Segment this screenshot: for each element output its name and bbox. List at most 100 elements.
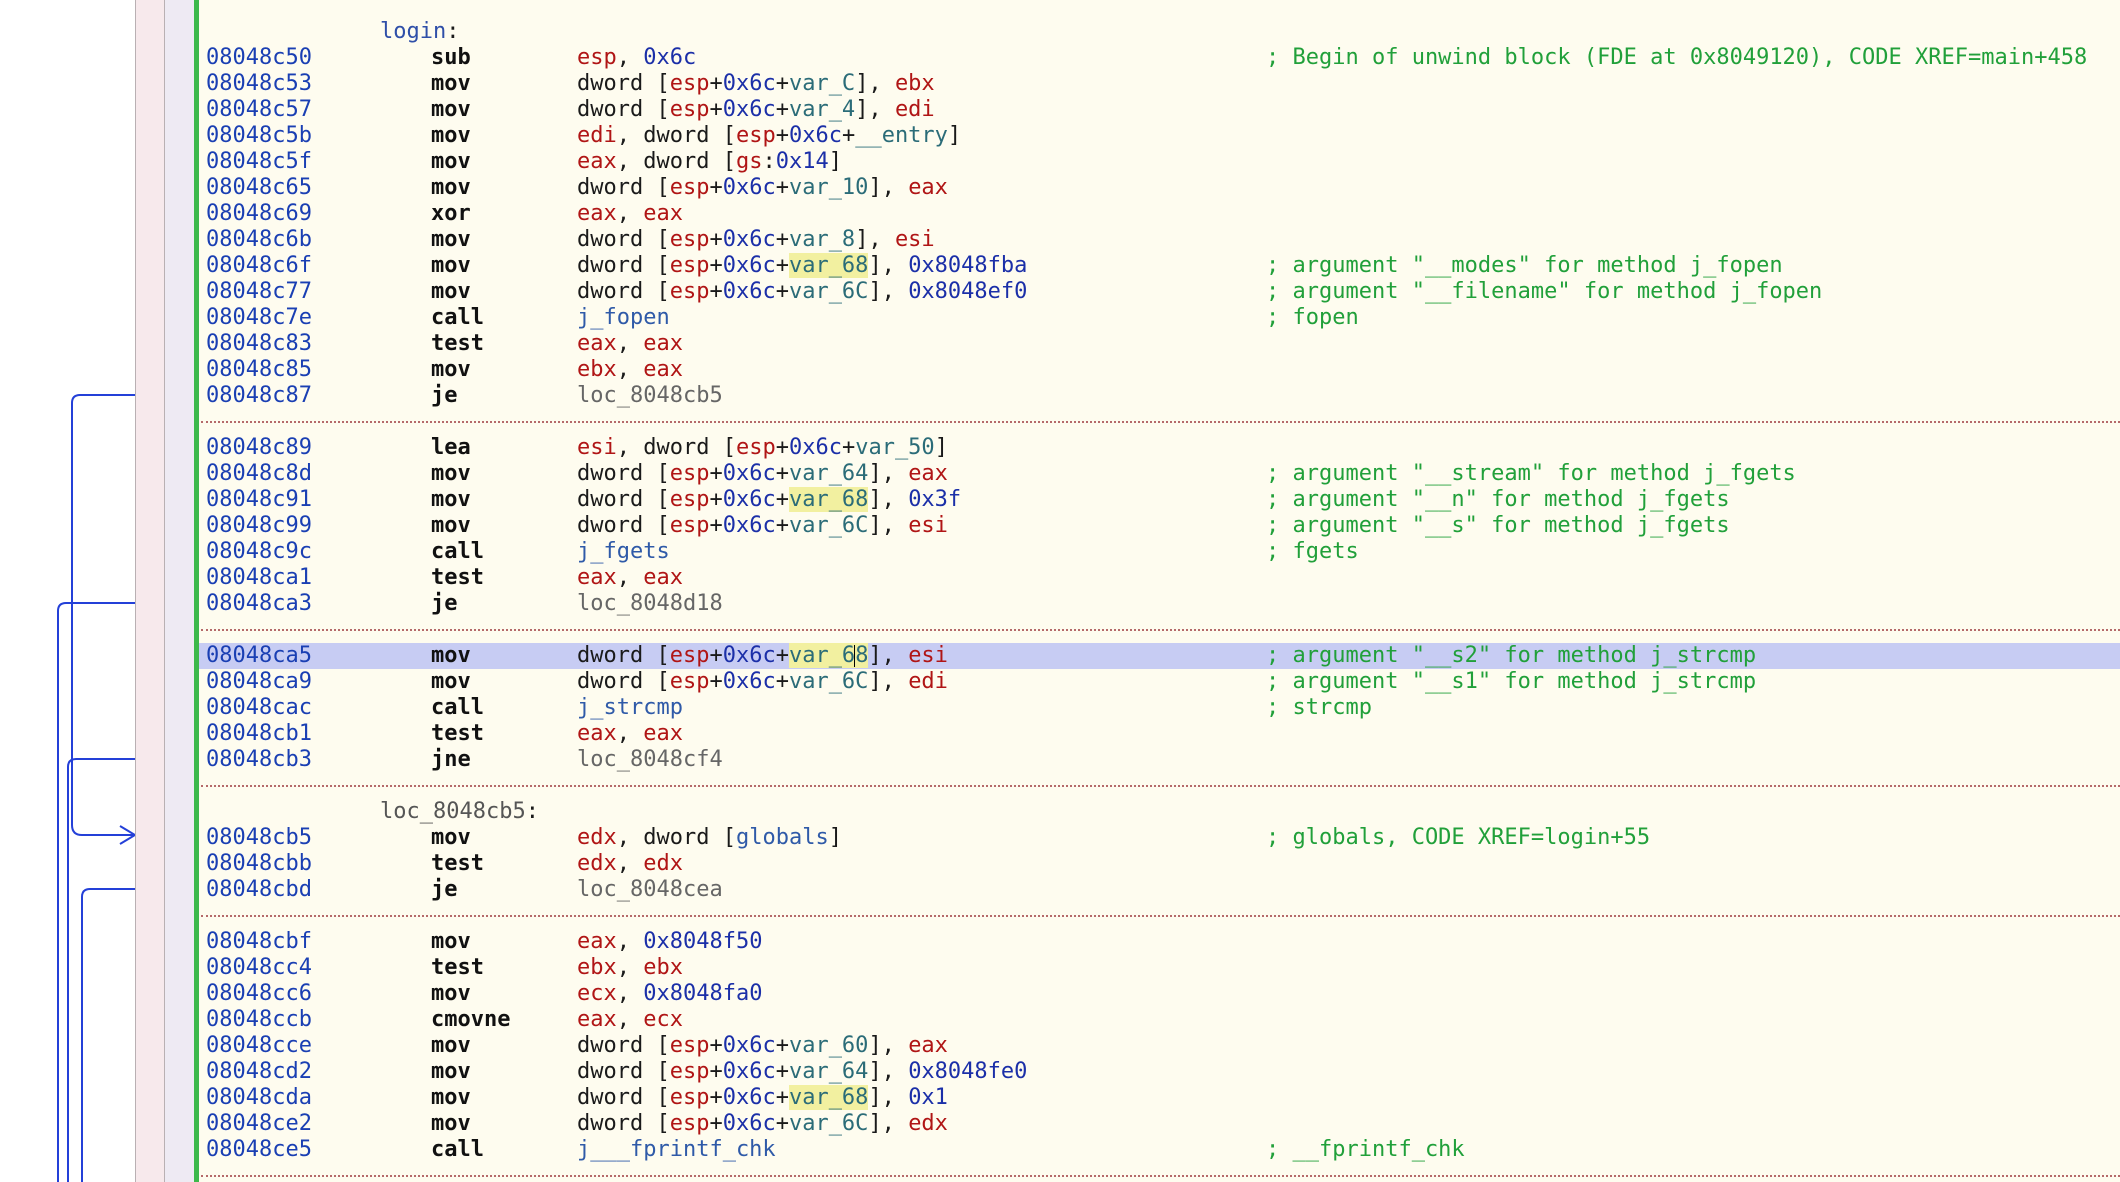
instruction-mnemonic[interactable]: test bbox=[431, 331, 484, 357]
instruction-mnemonic[interactable]: mov bbox=[431, 175, 471, 201]
instruction-operands[interactable]: loc_8048cea bbox=[577, 877, 723, 903]
disassembly-view[interactable]: login: 08048c50 sub esp, 0x6c ; Begin of unw… bbox=[199, 0, 2120, 1182]
operand-fn[interactable]: j___fprintf_chk bbox=[577, 1137, 776, 1162]
operand-var[interactable]: var_60 bbox=[789, 1033, 868, 1058]
instruction-mnemonic[interactable]: test bbox=[431, 721, 484, 747]
instruction-comment[interactable]: ; argument "__s1" for method j_strcmp bbox=[1266, 669, 1756, 695]
instruction-operands[interactable]: dword [esp+0x6c+var_60], eax bbox=[577, 1033, 948, 1059]
operand-num[interactable]: 0x1 bbox=[908, 1085, 948, 1110]
instruction-operands[interactable]: dword [esp+0x6c+var_6C], edx bbox=[577, 1111, 948, 1137]
instruction-operands[interactable]: loc_8048d18 bbox=[577, 591, 723, 617]
instruction-comment[interactable]: ; argument "__s" for method j_fgets bbox=[1266, 513, 1730, 539]
operand-reg[interactable]: esp bbox=[670, 461, 710, 486]
operand-num[interactable]: 0x6c bbox=[723, 1033, 776, 1058]
instruction-row[interactable]: 08048ca9 mov dword [esp+0x6c+var_6C], edi;… bbox=[199, 669, 2120, 695]
instruction-address[interactable]: 08048c91 bbox=[206, 487, 312, 513]
instruction-comment[interactable]: ; globals, CODE XREF=login+55 bbox=[1266, 825, 1650, 851]
instruction-mnemonic[interactable]: mov bbox=[431, 513, 471, 539]
operand-reg[interactable]: eax bbox=[643, 565, 683, 590]
operand-reg[interactable]: edx bbox=[643, 851, 683, 876]
operand-var[interactable]: var_8 bbox=[789, 227, 855, 252]
operand-reg[interactable]: eax bbox=[643, 331, 683, 356]
instruction-row[interactable]: 08048c87 je loc_8048cb5 bbox=[199, 383, 2120, 409]
instruction-row[interactable]: 08048ca1 test eax, eax bbox=[199, 565, 2120, 591]
instruction-address[interactable]: 08048c9c bbox=[206, 539, 312, 565]
operand-reg[interactable]: ebx bbox=[577, 955, 617, 980]
instruction-row[interactable]: 08048c57 mov dword [esp+0x6c+var_4], edi bbox=[199, 97, 2120, 123]
instruction-mnemonic[interactable]: test bbox=[431, 955, 484, 981]
instruction-row[interactable]: 08048c9c call j_fgets ; fgets bbox=[199, 539, 2120, 565]
operand-num[interactable]: 0x6c bbox=[723, 279, 776, 304]
operand-varhl[interactable]: var_68 bbox=[788, 487, 869, 512]
instruction-mnemonic[interactable]: mov bbox=[431, 97, 471, 123]
instruction-row[interactable]: 08048ce5 call j___fprintf_chk ; __fprintf_c… bbox=[199, 1137, 2120, 1163]
instruction-address[interactable]: 08048cc6 bbox=[206, 981, 312, 1007]
instruction-mnemonic[interactable]: mov bbox=[431, 149, 471, 175]
operand-loc[interactable]: loc_8048cea bbox=[577, 877, 723, 902]
instruction-address[interactable]: 08048c50 bbox=[206, 45, 312, 71]
operand-num[interactable]: 0x6c bbox=[723, 487, 776, 512]
instruction-row[interactable]: 08048c5b mov edi, dword [esp+0x6c+__entry] bbox=[199, 123, 2120, 149]
instruction-address[interactable]: 08048cbd bbox=[206, 877, 312, 903]
instruction-row[interactable]: 08048c53 mov dword [esp+0x6c+var_C], ebx bbox=[199, 71, 2120, 97]
instruction-row[interactable]: 08048c5f mov eax, dword [gs:0x14] bbox=[199, 149, 2120, 175]
instruction-address[interactable]: 08048cda bbox=[206, 1085, 312, 1111]
instruction-address[interactable]: 08048c85 bbox=[206, 357, 312, 383]
operand-reg[interactable]: esp bbox=[670, 227, 710, 252]
instruction-mnemonic[interactable]: call bbox=[431, 695, 484, 721]
operand-reg[interactable]: esi bbox=[577, 435, 617, 460]
instruction-row[interactable]: 08048cda mov dword [esp+0x6c+var_68], 0x1 bbox=[199, 1085, 2120, 1111]
operand-var[interactable]: var_10 bbox=[789, 175, 868, 200]
operand-reg[interactable]: gs bbox=[736, 149, 763, 174]
instruction-mnemonic[interactable]: jne bbox=[431, 747, 471, 773]
instruction-mnemonic[interactable]: mov bbox=[431, 1033, 471, 1059]
operand-var[interactable]: var_6C bbox=[789, 669, 868, 694]
instruction-mnemonic[interactable]: call bbox=[431, 539, 484, 565]
instruction-row[interactable]: 08048cbb test edx, edx bbox=[199, 851, 2120, 877]
code-label[interactable]: login: bbox=[380, 19, 459, 45]
instruction-address[interactable]: 08048ca5 bbox=[206, 643, 312, 669]
code-label-row[interactable]: loc_8048cb5: bbox=[199, 799, 2120, 825]
instruction-address[interactable]: 08048c6f bbox=[206, 253, 312, 279]
operand-reg[interactable]: eax bbox=[908, 1033, 948, 1058]
jump-arrow-je-to-loc_8048cea[interactable] bbox=[81, 888, 135, 1182]
operand-reg[interactable]: ecx bbox=[577, 981, 617, 1006]
instruction-address[interactable]: 08048ccb bbox=[206, 1007, 312, 1033]
instruction-mnemonic[interactable]: je bbox=[431, 591, 458, 617]
instruction-operands[interactable]: dword [esp+0x6c+var_6C], esi bbox=[577, 513, 948, 539]
instruction-operands[interactable]: edx, edx bbox=[577, 851, 683, 877]
jump-arrow-je-to-loc_8048d18[interactable] bbox=[57, 602, 135, 1182]
instruction-comment[interactable]: ; fopen bbox=[1266, 305, 1359, 331]
instruction-comment[interactable]: ; Begin of unwind block (FDE at 0x804912… bbox=[1266, 45, 2087, 71]
operand-num[interactable]: 0x6c bbox=[723, 227, 776, 252]
instruction-mnemonic[interactable]: call bbox=[431, 305, 484, 331]
operand-num[interactable]: 0x6c bbox=[723, 1111, 776, 1136]
instruction-operands[interactable]: dword [esp+0x6c+var_64], 0x8048fe0 bbox=[577, 1059, 1027, 1085]
instruction-operands[interactable]: dword [esp+0x6c+var_64], eax bbox=[577, 461, 948, 487]
operand-num[interactable]: 0x6c bbox=[723, 1085, 776, 1110]
instruction-address[interactable]: 08048ca9 bbox=[206, 669, 312, 695]
instruction-address[interactable]: 08048cb1 bbox=[206, 721, 312, 747]
instruction-comment[interactable]: ; argument "__s2" for method j_strcmp bbox=[1266, 643, 1756, 669]
operand-var[interactable]: var_6C bbox=[789, 513, 868, 538]
instruction-operands[interactable]: ecx, 0x8048fa0 bbox=[577, 981, 762, 1007]
instruction-address[interactable]: 08048ce5 bbox=[206, 1137, 312, 1163]
operand-reg[interactable]: esi bbox=[895, 227, 935, 252]
instruction-address[interactable]: 08048c7e bbox=[206, 305, 312, 331]
instruction-row[interactable]: 08048c99 mov dword [esp+0x6c+var_6C], esi;… bbox=[199, 513, 2120, 539]
operand-loc[interactable]: loc_8048cb5 bbox=[577, 383, 723, 408]
instruction-comment[interactable]: ; argument "__filename" for method j_fop… bbox=[1266, 279, 1822, 305]
operand-reg[interactable]: esp bbox=[670, 1085, 710, 1110]
instruction-mnemonic[interactable]: mov bbox=[431, 123, 471, 149]
operand-loc[interactable]: loc_8048d18 bbox=[577, 591, 723, 616]
operand-reg[interactable]: eax bbox=[643, 201, 683, 226]
marker-column[interactable] bbox=[165, 0, 194, 1182]
operand-num[interactable]: 0x8048fa0 bbox=[643, 981, 762, 1006]
instruction-mnemonic[interactable]: xor bbox=[431, 201, 471, 227]
operand-num[interactable]: 0x6c bbox=[789, 123, 842, 148]
instruction-row[interactable]: 08048cb5 mov edx, dword [globals] ; globals… bbox=[199, 825, 2120, 851]
instruction-operands[interactable]: edx, dword [globals] bbox=[577, 825, 842, 851]
instruction-row[interactable]: 08048cb1 test eax, eax bbox=[199, 721, 2120, 747]
instruction-row[interactable]: 08048c85 mov ebx, eax bbox=[199, 357, 2120, 383]
instruction-address[interactable]: 08048c65 bbox=[206, 175, 312, 201]
